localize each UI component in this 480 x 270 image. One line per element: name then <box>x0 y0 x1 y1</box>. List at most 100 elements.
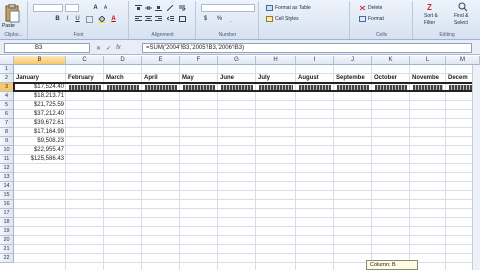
month-header-cell[interactable]: February <box>68 74 104 82</box>
borders-icon[interactable] <box>85 15 94 23</box>
percent-button[interactable]: % <box>215 15 224 23</box>
delete-button[interactable]: Delete <box>359 5 382 11</box>
fill-color-icon[interactable] <box>97 15 106 23</box>
format-as-table-button[interactable]: Format as Table <box>266 5 311 11</box>
currency-button[interactable]: $ <box>201 15 210 23</box>
align-bottom-icon[interactable] <box>154 4 163 12</box>
row-header-22[interactable]: 22 <box>0 254 14 263</box>
row-header-17[interactable]: 17 <box>0 209 14 218</box>
row-header-19[interactable]: 19 <box>0 227 14 236</box>
column-header-b[interactable]: B <box>14 56 66 65</box>
font-size-select[interactable] <box>65 4 79 12</box>
month-header-cell[interactable]: January <box>16 74 66 82</box>
paste-button[interactable]: Paste <box>2 23 15 29</box>
font-color-button[interactable]: A <box>109 15 118 23</box>
find-select-icon[interactable] <box>450 2 476 12</box>
filter-label[interactable]: Filter <box>424 20 435 26</box>
sort-filter-icon[interactable]: Z <box>418 2 446 12</box>
month-header-cell[interactable]: May <box>182 74 218 82</box>
align-top-icon[interactable] <box>134 4 143 12</box>
month-header-cell[interactable]: April <box>144 74 180 82</box>
name-box[interactable]: B3 <box>4 43 90 53</box>
column-header-d[interactable]: D <box>104 56 142 65</box>
comma-style-icon[interactable]: , <box>229 15 238 23</box>
bold-button[interactable]: B <box>53 15 62 23</box>
row-header-20[interactable]: 20 <box>0 236 14 245</box>
value-cell[interactable]: $125,586.43 <box>14 155 66 163</box>
row-header-5[interactable]: 5 <box>0 101 14 110</box>
column-header-h[interactable]: H <box>256 56 296 65</box>
row-header-15[interactable]: 15 <box>0 191 14 200</box>
row-header-12[interactable]: 12 <box>0 164 14 173</box>
paste-icon[interactable] <box>4 3 20 24</box>
month-header-cell[interactable]: June <box>220 74 256 82</box>
row-header-13[interactable]: 13 <box>0 173 14 182</box>
editing-group: Z Sort & Filter Find & Select Editing <box>414 1 480 39</box>
value-cell[interactable]: $39,672.61 <box>14 119 66 127</box>
grow-font-button[interactable]: A <box>91 4 100 12</box>
column-header-m[interactable]: M <box>446 56 480 65</box>
shrink-font-button[interactable]: A <box>101 4 110 12</box>
month-header-cell[interactable]: Septembe <box>336 74 372 82</box>
find-label[interactable]: Find & <box>454 13 468 19</box>
merge-center-icon[interactable] <box>178 15 187 23</box>
column-header-i[interactable]: I <box>296 56 334 65</box>
value-cell[interactable]: $18,213.71 <box>14 92 66 100</box>
row-header-11[interactable]: 11 <box>0 155 14 164</box>
row-header-14[interactable]: 14 <box>0 182 14 191</box>
value-cell[interactable]: $21,725.59 <box>14 101 66 109</box>
row-header-8[interactable]: 8 <box>0 128 14 137</box>
column-header-j[interactable]: J <box>334 56 372 65</box>
font-name-select[interactable] <box>33 4 63 12</box>
value-cell[interactable]: $37,212.40 <box>14 110 66 118</box>
row-header-4[interactable]: 4 <box>0 92 14 101</box>
cancel-icon[interactable]: ✕ <box>96 45 101 52</box>
month-header-cell[interactable]: October <box>374 74 410 82</box>
align-left-icon[interactable] <box>134 15 143 23</box>
sort-label[interactable]: Sort & <box>424 13 438 19</box>
row-header-7[interactable]: 7 <box>0 119 14 128</box>
month-header-cell[interactable]: August <box>298 74 334 82</box>
align-middle-icon[interactable] <box>144 4 153 12</box>
row-gridline <box>14 127 480 128</box>
format-button[interactable]: Format <box>359 16 384 22</box>
row-header-16[interactable]: 16 <box>0 200 14 209</box>
decrease-indent-icon[interactable] <box>166 15 175 23</box>
value-cell[interactable]: $22,955.47 <box>14 146 66 154</box>
formula-input[interactable]: =SUM('2004'!B3,'2005'!B3,'2006'!B3) <box>142 43 472 53</box>
row-header-9[interactable]: 9 <box>0 137 14 146</box>
column-header-e[interactable]: E <box>142 56 180 65</box>
row-header-1[interactable]: 1 <box>0 65 14 74</box>
align-right-icon[interactable] <box>154 15 163 23</box>
align-center-icon[interactable] <box>144 15 153 23</box>
row-header-10[interactable]: 10 <box>0 146 14 155</box>
column-header-k[interactable]: K <box>372 56 410 65</box>
select-label[interactable]: Select <box>454 20 468 26</box>
value-cell[interactable]: $9,508.23 <box>14 137 66 145</box>
row-header-2[interactable]: 2 <box>0 74 14 83</box>
row-header-3[interactable]: 3 <box>0 83 14 92</box>
wrap-text-icon[interactable] <box>178 4 187 12</box>
row-header-6[interactable]: 6 <box>0 110 14 119</box>
row-header-18[interactable]: 18 <box>0 218 14 227</box>
column-header-c[interactable]: C <box>66 56 104 65</box>
value-cell[interactable]: $17,164.99 <box>14 128 66 136</box>
column-header-f[interactable]: F <box>180 56 218 65</box>
worksheet-grid[interactable]: B C D E F G H I J K L M 1 2 3 4 5 6 7 8 9 10 11 12 13 14 15 16 17 18 1… <box>0 56 480 270</box>
table-icon <box>266 5 273 11</box>
month-header-cell[interactable]: July <box>258 74 296 82</box>
select-all-corner[interactable] <box>0 56 14 65</box>
column-header-g[interactable]: G <box>218 56 256 65</box>
month-header-cell[interactable]: March <box>106 74 142 82</box>
month-header-cell[interactable]: Novembe <box>412 74 446 82</box>
column-header-l[interactable]: L <box>410 56 446 65</box>
orientation-icon[interactable] <box>166 4 175 12</box>
fx-icon[interactable]: fx <box>116 45 121 51</box>
italic-button[interactable]: I <box>63 15 72 23</box>
cell-styles-button[interactable]: Cell Styles <box>266 16 299 22</box>
enter-icon[interactable]: ✓ <box>106 45 111 52</box>
row-header-21[interactable]: 21 <box>0 245 14 254</box>
number-format-select[interactable] <box>201 4 255 12</box>
underline-button[interactable]: U <box>73 15 82 23</box>
vertical-scrollbar[interactable] <box>472 65 480 270</box>
